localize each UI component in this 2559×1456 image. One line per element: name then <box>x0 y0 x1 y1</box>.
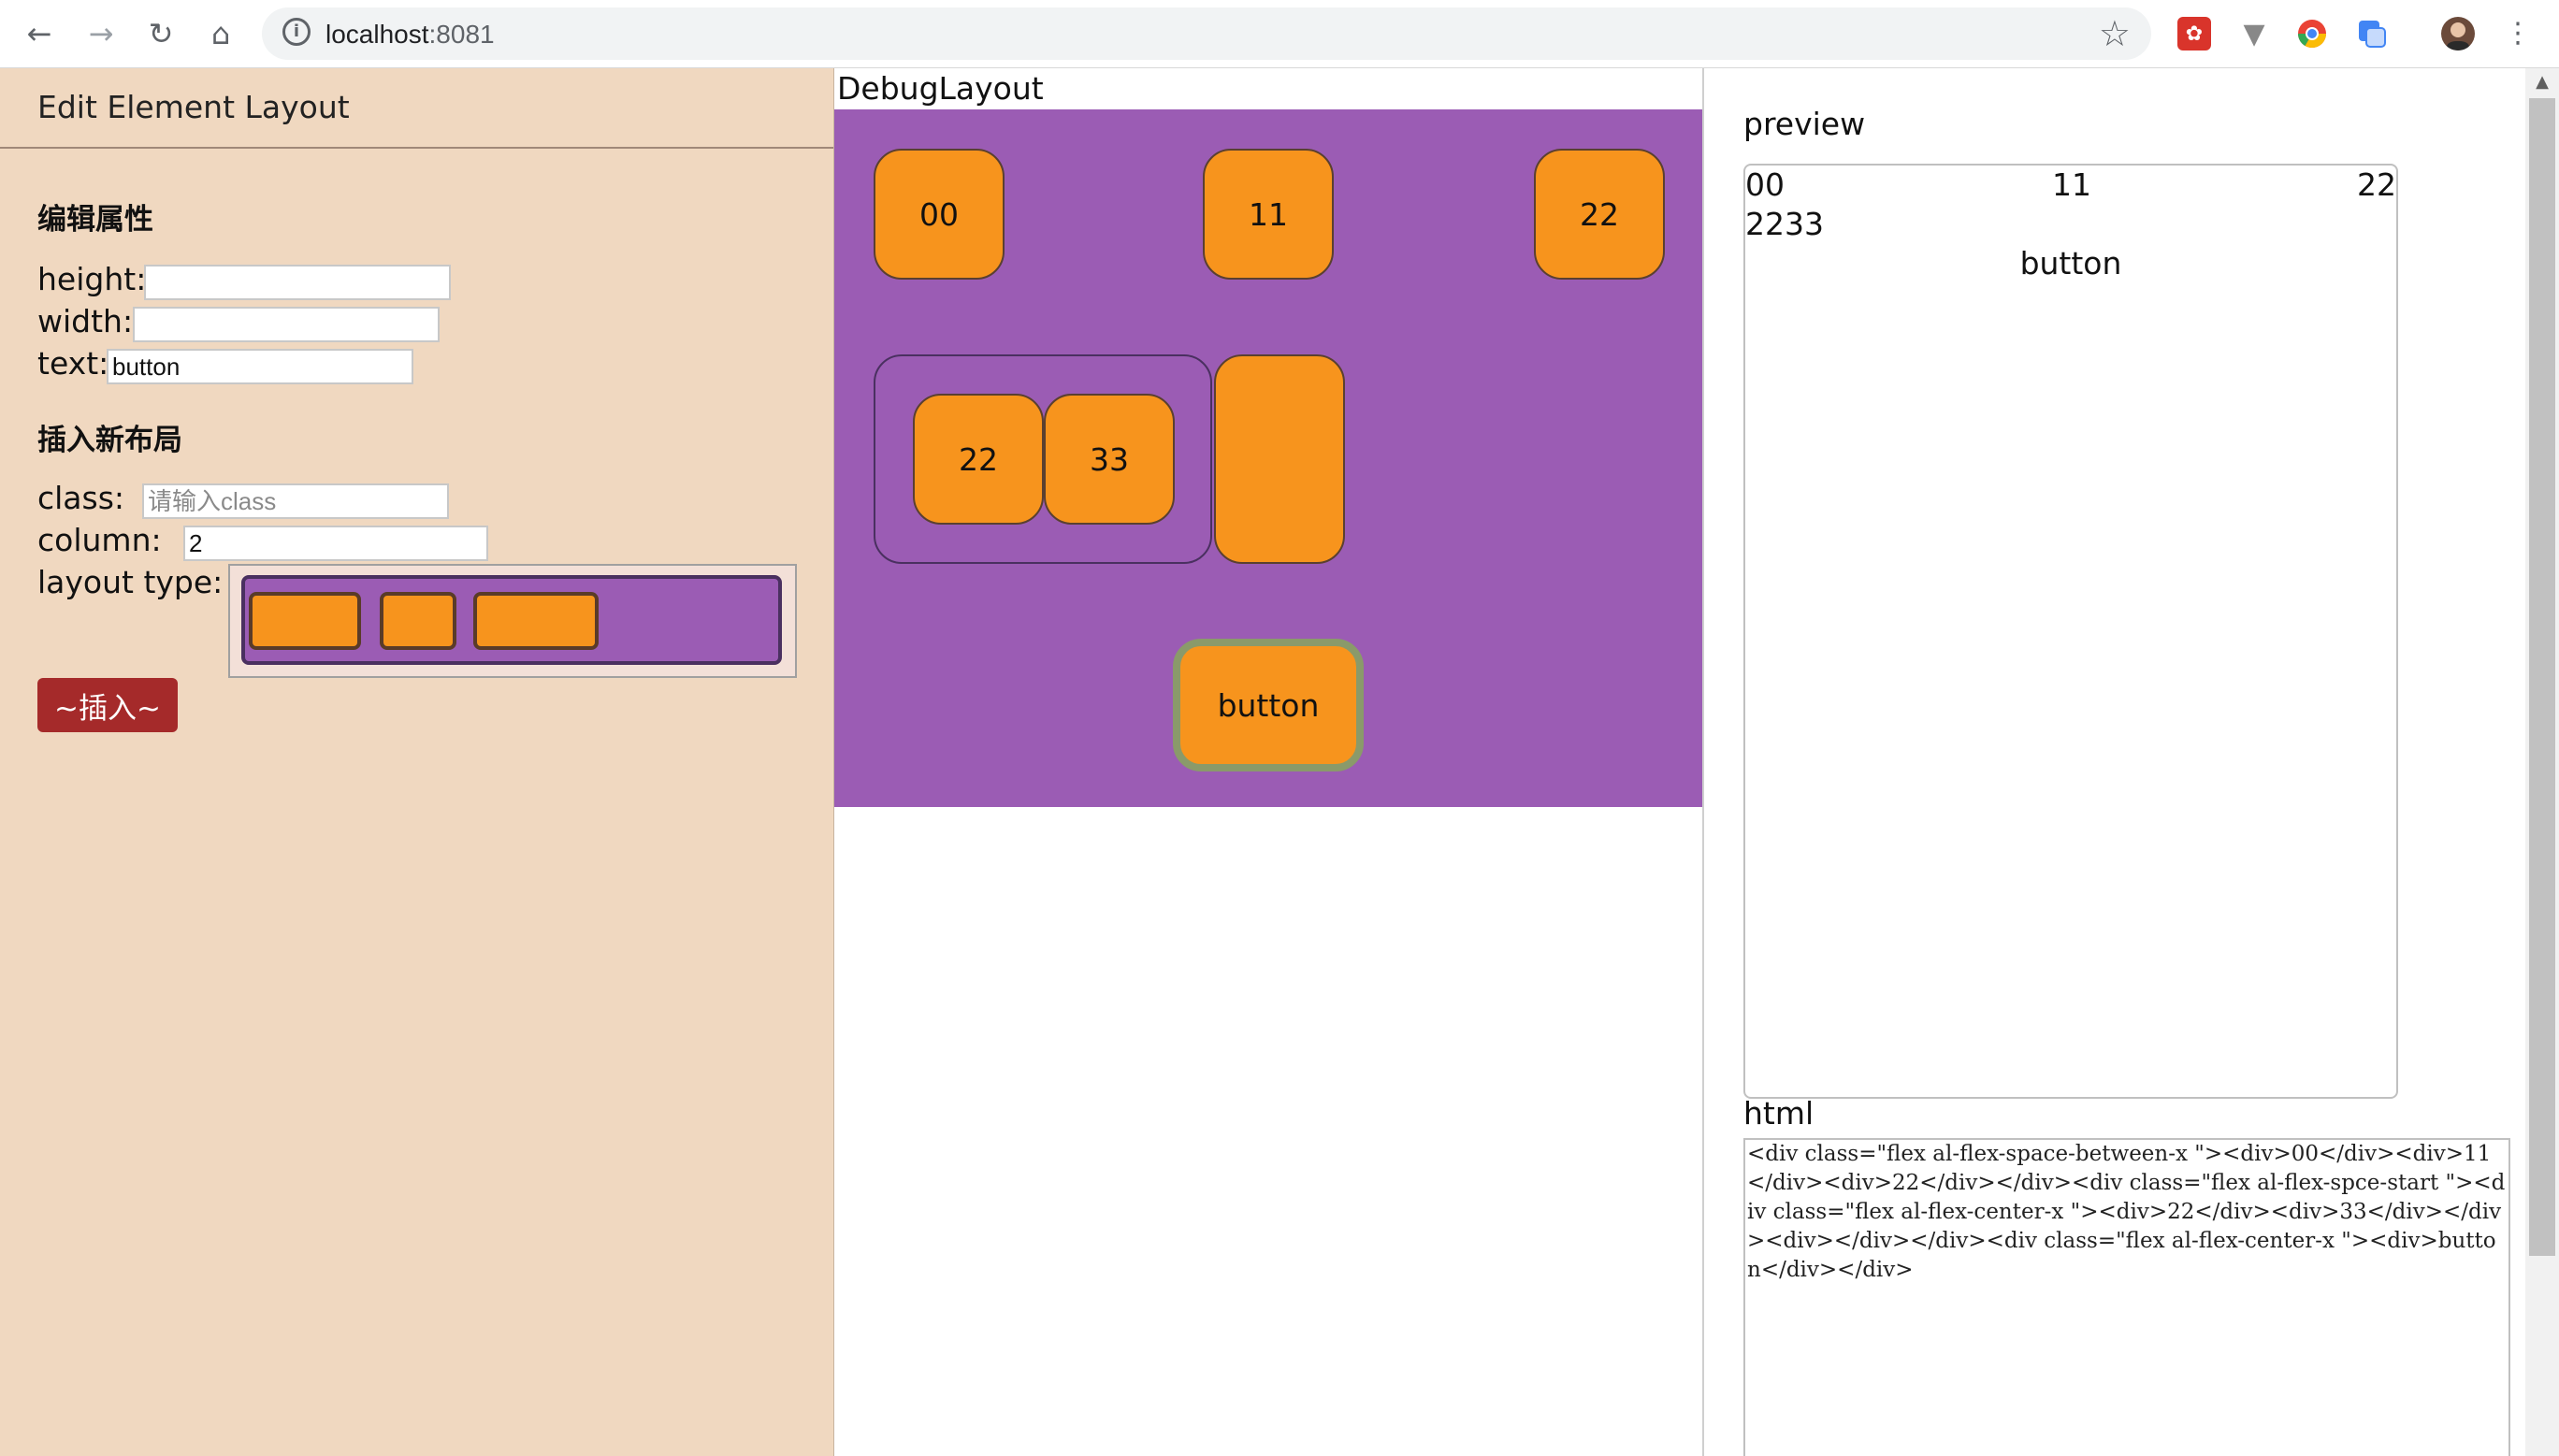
reload-icon[interactable]: ↻ <box>140 13 181 54</box>
html-label: html <box>1743 1095 1814 1132</box>
back-icon[interactable]: ← <box>19 13 60 54</box>
insert-layout-title: 插入新布局 <box>37 424 182 457</box>
text-input[interactable]: button <box>107 349 413 384</box>
preview-row-2: 2233 <box>1745 206 1824 242</box>
preview-label: preview <box>1743 106 1866 142</box>
tile-11[interactable]: 11 <box>1203 149 1334 280</box>
page-scrollbar[interactable]: ▲ <box>2525 68 2559 1456</box>
panel-header: Edit Element Layout <box>0 68 833 149</box>
url-text: localhost:8081 <box>325 20 495 49</box>
insert-button[interactable]: ~插入~ <box>37 678 178 732</box>
menu-kebab-icon[interactable]: ⋮ <box>2497 13 2538 54</box>
scroll-thumb[interactable] <box>2529 98 2555 1256</box>
tile-00[interactable]: 00 <box>874 149 1005 280</box>
tile-group-22[interactable]: 22 <box>913 394 1044 525</box>
width-label: width: <box>37 303 134 339</box>
layout-preview-block <box>380 592 456 650</box>
preview-item: 22 <box>2357 166 2396 203</box>
preview-row-3: button <box>2019 245 2122 281</box>
debug-layout-title: DebugLayout <box>837 70 1044 107</box>
tile-button-selected[interactable]: button <box>1173 639 1364 771</box>
home-icon[interactable]: ⌂ <box>200 13 241 54</box>
extension-red-icon[interactable]: ✿ <box>2177 17 2211 50</box>
forward-icon[interactable]: → <box>80 13 122 54</box>
height-input[interactable] <box>144 265 451 300</box>
extension-translate-icon[interactable] <box>2355 17 2389 50</box>
layout-canvas: 00 11 22 22 33 button <box>834 109 1702 807</box>
scroll-up-icon[interactable]: ▲ <box>2525 68 2559 96</box>
browser-toolbar: ← → ↻ ⌂ i localhost:8081 ☆ ✿ ▼ ⋮ <box>0 0 2559 68</box>
layout-type-selector[interactable] <box>228 564 797 678</box>
class-label: class: <box>37 480 125 516</box>
width-input[interactable] <box>133 307 440 342</box>
debug-layout-panel: DebugLayout 00 11 22 22 33 button <box>834 68 1704 1456</box>
preview-item: 00 <box>1745 166 1785 203</box>
layout-type-label: layout type: <box>37 564 224 600</box>
layout-preview-block <box>249 592 361 650</box>
profile-avatar[interactable] <box>2441 17 2475 50</box>
preview-box: 00 11 22 2233 button <box>1743 164 2398 1099</box>
html-code-output[interactable]: <div class="flex al-flex-space-between-x… <box>1743 1138 2510 1456</box>
address-bar[interactable]: i localhost:8081 ☆ <box>262 7 2151 60</box>
preview-row-1: 00 11 22 <box>1745 166 2396 205</box>
class-input[interactable]: 请输入class <box>142 483 449 519</box>
tile-empty[interactable] <box>1214 354 1345 564</box>
edit-panel: Edit Element Layout 编辑属性 height: width: … <box>0 68 834 1456</box>
column-label: column: <box>37 522 162 558</box>
tile-22[interactable]: 22 <box>1534 149 1665 280</box>
layout-type-preview <box>241 575 782 665</box>
column-input[interactable]: 2 <box>183 526 488 561</box>
tile-group-33[interactable]: 33 <box>1044 394 1175 525</box>
preview-item: 11 <box>2052 166 2091 203</box>
height-label: height: <box>37 261 147 297</box>
text-label: text: <box>37 345 109 382</box>
output-panel: preview 00 11 22 2233 button html <div c… <box>1704 68 2520 1456</box>
extension-chrome-icon[interactable] <box>2295 17 2329 50</box>
extension-v-icon[interactable]: ▼ <box>2237 17 2271 50</box>
site-info-icon[interactable]: i <box>282 18 311 46</box>
bookmark-star-icon[interactable]: ☆ <box>2099 13 2131 54</box>
edit-properties-title: 编辑属性 <box>37 203 153 237</box>
layout-preview-block <box>473 592 599 650</box>
